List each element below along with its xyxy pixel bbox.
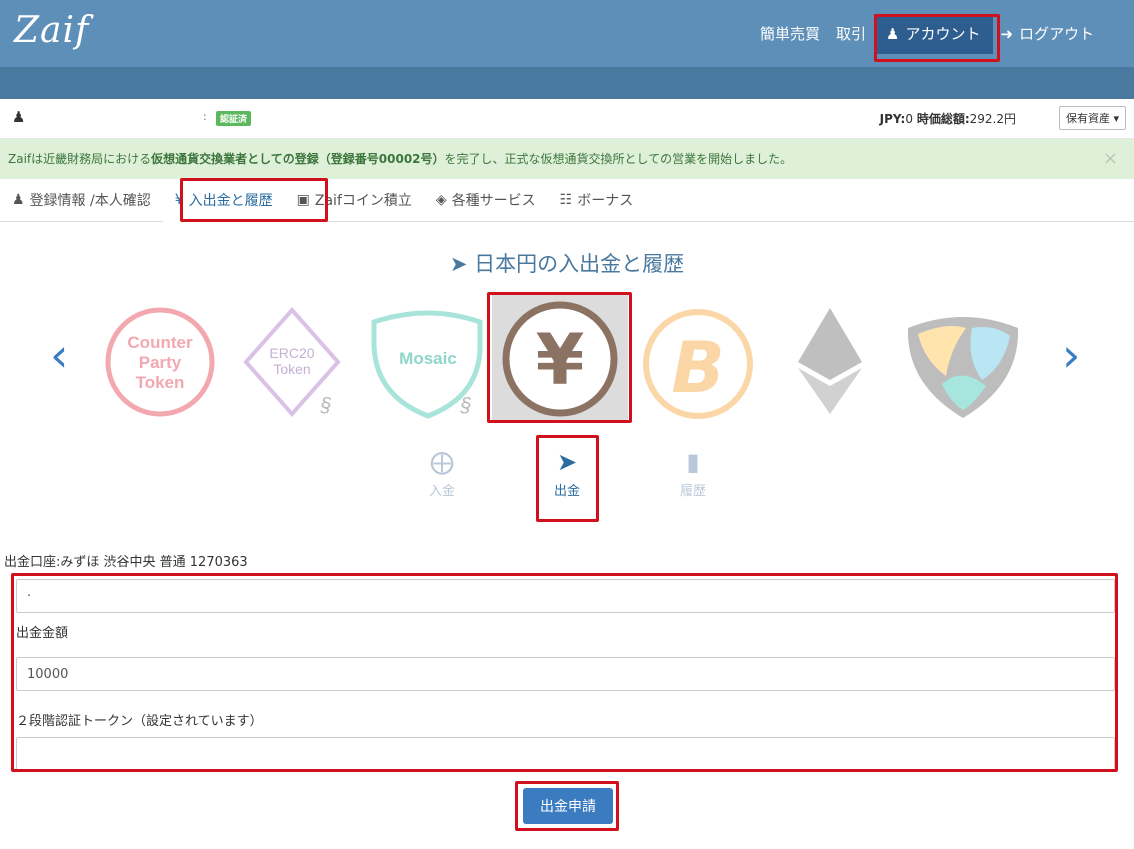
plus-circle-icon: ⨁ [430,448,454,476]
nav-trade[interactable]: 取引 [828,14,874,54]
notice-suffix: を完了し、正式な仮想通貨交換所としての営業を開始しました。 [444,152,793,166]
tab-registration[interactable]: ♟ 登録情報 /本人確認 [0,179,163,222]
jpy-value: 0 [905,112,913,126]
nav-logout-label: ログアウト [1019,25,1095,43]
top-navbar: Zaif 簡単売買 取引 ♟ アカウント ➜ ログアウト [0,0,1134,67]
valuation-value: 292.2円 [969,112,1016,126]
user-icon: ♟ [12,192,25,208]
nav-logout[interactable]: ➜ ログアウト [993,14,1103,54]
user-colon: : [203,110,207,123]
ethereum-coin[interactable] [790,306,870,422]
main-nav: 簡単売買 取引 ♟ アカウント ➜ ログアウト [752,0,1102,67]
tab-zaif-coin-label: Zaifコイン積立 [314,193,412,209]
paper-plane-icon: ➤ [449,252,468,276]
two-factor-label: ２段階認証トークン（設定されています） [16,714,263,729]
counterparty-token-coin[interactable]: Counter Party Token [104,306,216,418]
coin-label: Counter [127,333,193,352]
tab-registration-label: 登録情報 /本人確認 [29,193,151,209]
mosaic-token-coin[interactable]: Mosaic § [368,306,488,422]
tab-bonus-label: ボーナス [577,193,634,209]
amount-input[interactable] [16,657,1115,691]
verified-badge: 認証済 [216,111,252,126]
action-history[interactable]: ▮ 履歴 [653,448,733,499]
coin-label: Party [139,353,182,372]
page-title: ➤ 日本円の入出金と履歴 [0,248,1134,278]
coin-label: ERC20 [269,345,314,361]
nav-easy-trade[interactable]: 簡単売買 [752,14,828,54]
holdings-dropdown[interactable]: 保有資産 ▾ [1058,106,1126,130]
page-title-text: 日本円の入出金と履歴 [474,252,685,276]
action-withdraw[interactable]: ➤ 出金 [527,448,607,499]
carousel-prev-icon[interactable]: ‹ [50,328,68,382]
withdraw-account-label: 出金口座:みずほ 渋谷中央 普通 1270363 [4,555,248,570]
valuation-label: 時価総額: [916,112,970,126]
tab-deposit-withdraw-label: 入出金と履歴 [188,193,273,209]
user-icon: ♟ [886,24,900,43]
withdraw-submit-button[interactable]: 出金申請 [523,788,613,824]
account-tabs: ♟ 登録情報 /本人確認 ¥ 入出金と履歴 ▣ Zaifコイン積立 ◈ 各種サー… [0,178,1134,222]
action-withdraw-label: 出金 [553,484,580,499]
tag-icon: ◈ [435,192,447,208]
tab-zaif-coin[interactable]: ▣ Zaifコイン積立 [285,179,424,222]
swirl-icon: § [459,395,471,417]
tab-deposit-withdraw[interactable]: ¥ 入出金と履歴 [162,178,285,222]
close-icon[interactable]: × [1103,139,1118,179]
two-factor-token-input[interactable] [16,737,1115,771]
bitcoin-coin[interactable]: B [640,306,756,422]
nav-account[interactable]: ♟ アカウント [874,13,993,54]
yen-icon: ¥ [536,319,585,401]
logout-icon: ➜ [1000,24,1014,43]
user-status-bar: ♟ : 認証済 JPY:0 時価総額:292.2円 保有資産 ▾ [0,99,1134,139]
action-deposit-label: 入金 [428,484,455,499]
action-deposit[interactable]: ⨁ 入金 [402,448,482,499]
jpy-label: JPY: [879,112,906,126]
notice-bold: 仮想通貨交換業者としての登録（登録番号00002号） [151,152,445,166]
withdraw-account-field[interactable] [16,579,1115,613]
zaif-logo[interactable]: Zaif [14,10,89,51]
erc20-token-coin[interactable]: ERC20 Token § [242,306,354,422]
user-icon: ♟ [12,108,26,126]
coin-label: Token [273,361,310,377]
coin-label: Mosaic [399,349,457,368]
action-history-label: 履歴 [679,484,706,499]
balance-summary: JPY:0 時価総額:292.2円 [880,110,1016,127]
notice-prefix: Zaifは近畿財務局における [8,152,152,166]
nav-account-label: アカウント [905,25,981,43]
coin-label: Token [136,373,185,392]
tab-bonus[interactable]: ☷ ボーナス [548,179,646,222]
sub-navbar [0,67,1134,99]
swirl-icon: § [319,395,331,417]
inbox-icon: ▣ [296,192,310,208]
jpy-coin[interactable]: ¥ [501,300,619,418]
yen-icon: ¥ [174,192,184,208]
amount-label: 出金金額 [16,626,69,641]
nem-coin[interactable] [902,306,1024,422]
bitcoin-icon: B [671,327,724,409]
gift-icon: ☷ [559,192,573,208]
tab-services-label: 各種サービス [451,193,536,209]
book-icon: ▮ [686,448,700,476]
paper-plane-icon: ➤ [556,448,578,476]
carousel-next-icon[interactable]: › [1062,328,1080,382]
registration-notice: Zaifは近畿財務局における仮想通貨交換業者としての登録（登録番号00002号）… [0,139,1134,179]
tab-services[interactable]: ◈ 各種サービス [424,179,548,222]
